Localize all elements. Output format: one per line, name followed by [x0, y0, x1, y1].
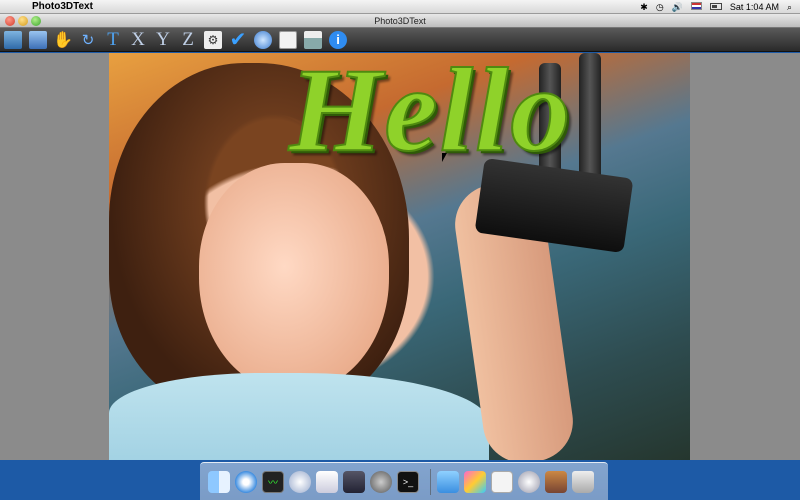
toolbar: ✋ ↻ T X Y Z ⚙ ✔ i: [0, 28, 800, 52]
time-machine-icon[interactable]: ◷: [656, 0, 664, 14]
settings-icon[interactable]: ⚙: [202, 29, 224, 51]
photo-subject-shirt: [109, 373, 489, 460]
battery-icon[interactable]: [709, 0, 722, 14]
bluetooth-icon[interactable]: ✱: [640, 0, 648, 14]
status-area: ✱ ◷ 🔊 Sat 1:04 AM ⌕: [640, 0, 800, 14]
check-icon[interactable]: ✔: [227, 29, 249, 51]
menu-bar: Photo3DText ✱ ◷ 🔊 Sat 1:04 AM ⌕: [0, 0, 800, 14]
save-icon[interactable]: [27, 29, 49, 51]
dock: 〰 >_: [200, 462, 608, 500]
app-icon[interactable]: [316, 470, 338, 493]
safari-icon[interactable]: [235, 470, 257, 493]
clock[interactable]: Sat 1:04 AM: [730, 0, 779, 14]
app-icon-2[interactable]: [343, 470, 365, 493]
window-title-bar: Photo3DText: [0, 14, 800, 28]
activity-monitor-icon[interactable]: 〰: [262, 470, 284, 493]
close-window-button[interactable]: [5, 16, 15, 26]
spotlight-icon[interactable]: ⌕: [787, 0, 792, 14]
finder-icon[interactable]: [208, 470, 230, 493]
network-icon[interactable]: [289, 470, 311, 493]
app-icon-6[interactable]: [518, 470, 540, 493]
y-axis-icon[interactable]: Y: [152, 29, 174, 51]
app-icon-3[interactable]: [370, 470, 392, 493]
app-icon-4[interactable]: [464, 470, 486, 493]
folder-icon[interactable]: [437, 470, 459, 493]
dock-separator: [430, 468, 431, 495]
x-axis-icon[interactable]: X: [127, 29, 149, 51]
z-axis-icon[interactable]: Z: [177, 29, 199, 51]
photo-canvas[interactable]: Hello: [109, 53, 690, 460]
flag-icon[interactable]: [690, 0, 702, 14]
app-icon-7[interactable]: [545, 470, 567, 493]
app-menu[interactable]: Photo3DText: [32, 0, 93, 14]
print-icon[interactable]: [302, 29, 324, 51]
preview-icon[interactable]: [252, 29, 274, 51]
mouse-cursor: [442, 153, 447, 162]
info-icon[interactable]: i: [327, 29, 349, 51]
text-icon[interactable]: T: [102, 29, 124, 51]
window-title: Photo3DText: [374, 16, 426, 26]
photo-subject-face: [199, 163, 389, 393]
hand-tool-icon[interactable]: ✋: [52, 29, 74, 51]
3d-text-object[interactable]: Hello: [288, 53, 572, 176]
document-icon[interactable]: [277, 29, 299, 51]
volume-icon[interactable]: 🔊: [672, 0, 683, 14]
open-image-icon[interactable]: [2, 29, 24, 51]
trash-icon[interactable]: [572, 470, 594, 493]
minimize-window-button[interactable]: [18, 16, 28, 26]
rotate-icon[interactable]: ↻: [77, 29, 99, 51]
app-icon-5[interactable]: [491, 470, 513, 493]
terminal-icon[interactable]: >_: [397, 470, 419, 493]
zoom-window-button[interactable]: [31, 16, 41, 26]
